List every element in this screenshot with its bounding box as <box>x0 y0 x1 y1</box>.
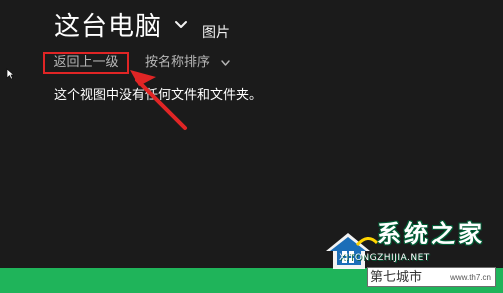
screenshot: 这台电脑 图片 返回上一级 按名称排序 这个视图中没有任何文件和文件夹。 系统之… <box>0 0 503 293</box>
current-folder-label: 图片 <box>202 25 230 41</box>
site-watermark: 系统之家 XITONGZHIJIA.NET 第七城市 www.th7.cn <box>305 211 503 293</box>
watermark-site-url: www.th7.cn <box>450 273 491 282</box>
watermark-site-name: 第七城市 <box>370 270 423 285</box>
chevron-down-icon[interactable] <box>220 58 231 68</box>
page-title: 这台电脑 <box>54 12 163 42</box>
watermark-brand: 系统之家 <box>377 220 485 248</box>
back-to-parent-button[interactable]: 返回上一级 <box>43 52 129 74</box>
watermark-domain: XITONGZHIJIA.NET <box>339 253 430 263</box>
chevron-down-icon[interactable] <box>172 13 190 35</box>
house-logo-icon <box>326 233 379 269</box>
mouse-cursor-icon <box>6 68 14 80</box>
red-arrow-icon <box>130 70 187 130</box>
watermark-site-box: 第七城市 www.th7.cn <box>367 267 496 287</box>
